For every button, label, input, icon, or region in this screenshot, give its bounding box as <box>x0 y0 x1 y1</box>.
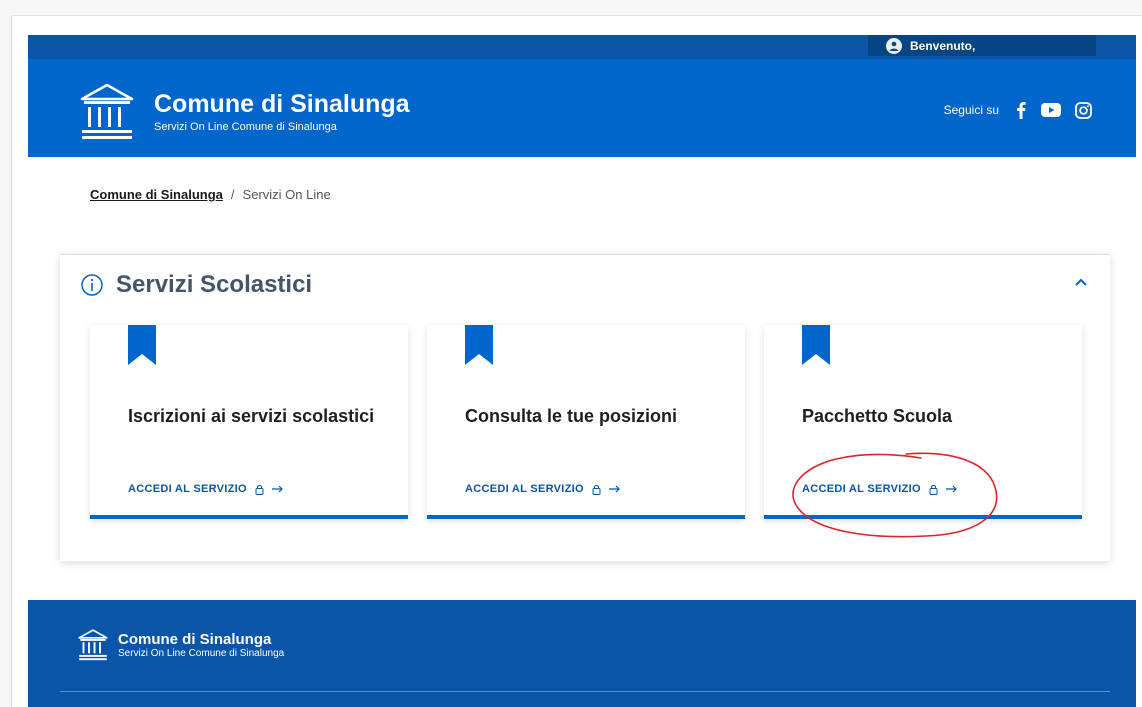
arrow-right-icon <box>608 485 620 493</box>
footer-divider <box>60 691 1110 692</box>
breadcrumb-current: Servizi On Line <box>242 187 331 202</box>
municipality-logo-icon <box>78 629 108 661</box>
youtube-icon[interactable] <box>1041 103 1061 117</box>
lock-icon <box>592 484 601 495</box>
access-service-label: ACCEDI AL SERVIZIO <box>802 483 921 495</box>
access-service-label: ACCEDI AL SERVIZIO <box>128 483 247 495</box>
slim-header: Benvenuto, <box>28 35 1136 59</box>
social-links: Seguici su <box>944 101 1092 119</box>
access-service-link[interactable]: ACCEDI AL SERVIZIO <box>128 483 284 495</box>
facebook-icon[interactable] <box>1015 101 1027 119</box>
lock-icon <box>929 484 938 495</box>
service-card: Iscrizioni ai servizi scolastici ACCEDI … <box>90 325 408 519</box>
site-title: Comune di Sinalunga <box>154 90 410 118</box>
breadcrumb-home-link[interactable]: Comune di Sinalunga <box>90 187 223 202</box>
info-icon <box>81 274 103 296</box>
footer-brand-link[interactable]: Comune di Sinalunga Servizi On Line Comu… <box>78 629 284 661</box>
user-greeting: Benvenuto, <box>910 38 976 53</box>
access-service-link[interactable]: ACCEDI AL SERVIZIO <box>802 483 958 495</box>
breadcrumb-separator: / <box>230 187 235 202</box>
user-avatar-icon <box>886 37 902 54</box>
bookmark-icon <box>128 325 156 365</box>
footer-subtitle: Servizi On Line Comune di Sinalunga <box>118 647 285 659</box>
bookmark-icon <box>465 325 493 365</box>
brand-home-link[interactable]: Comune di Sinalunga Servizi On Line Comu… <box>80 83 410 141</box>
breadcrumb: Comune di Sinalunga / Servizi On Line <box>90 187 331 202</box>
section-title: Servizi Scolastici <box>116 271 313 298</box>
bookmark-icon <box>802 325 830 365</box>
footer: Comune di Sinalunga Servizi On Line Comu… <box>28 600 1136 707</box>
arrow-right-icon <box>271 485 283 493</box>
instagram-icon[interactable] <box>1075 101 1092 119</box>
site-subtitle: Servizi On Line Comune di Sinalunga <box>154 121 337 133</box>
card-title: Iscrizioni ai servizi scolastici <box>128 406 375 426</box>
access-service-link[interactable]: ACCEDI AL SERVIZIO <box>465 483 621 495</box>
access-service-label: ACCEDI AL SERVIZIO <box>465 483 584 495</box>
accordion-header[interactable]: Servizi Scolastici <box>80 271 312 299</box>
footer-title: Comune di Sinalunga <box>118 630 272 648</box>
card-title: Consulta le tue posizioni <box>465 406 678 426</box>
chevron-up-icon[interactable] <box>1074 277 1088 287</box>
center-header: Comune di Sinalunga Servizi On Line Comu… <box>28 59 1136 157</box>
service-card: Consulta le tue posizioni ACCEDI AL SERV… <box>427 325 745 519</box>
user-menu[interactable]: Benvenuto, <box>868 35 1096 56</box>
services-accordion: Servizi Scolastici Iscrizioni ai servizi… <box>60 254 1110 561</box>
service-card: Pacchetto Scuola ACCEDI AL SERVIZIO <box>764 325 1082 519</box>
arrow-right-icon <box>945 485 957 493</box>
follow-label: Seguici su <box>943 103 999 117</box>
card-title: Pacchetto Scuola <box>802 406 953 426</box>
lock-icon <box>255 484 264 495</box>
municipality-logo-icon <box>80 83 134 139</box>
